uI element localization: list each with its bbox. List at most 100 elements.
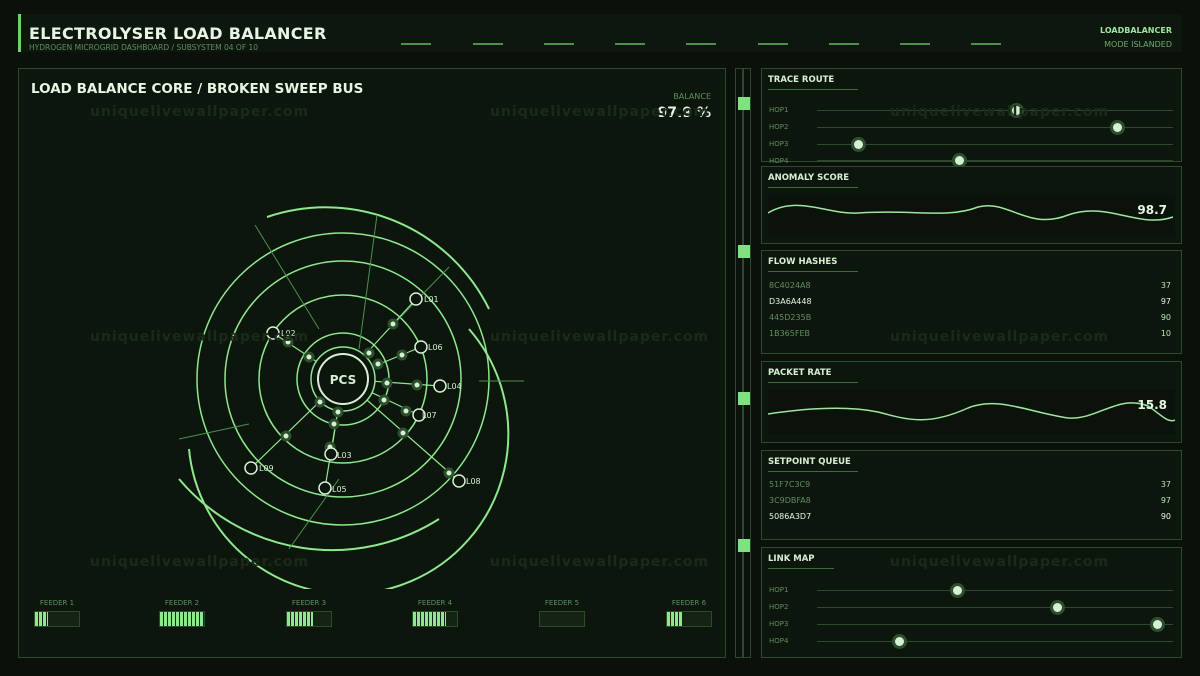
feeder-label: FEEDER 2 [164, 599, 200, 607]
link-map-panel: LINK MAP HOP1 HOP2 HOP3 HOP4 [761, 547, 1182, 658]
packet-rate-value: 15.8 [1137, 398, 1167, 412]
hash-value: 37 [1160, 281, 1171, 290]
outer-arc-2 [266, 206, 490, 310]
app-subtitle: HYDROGEN MICROGRID DASHBOARD / SUBSYSTEM… [29, 43, 259, 52]
node-label-l07: L07 [422, 411, 437, 420]
app-title: ELECTROLYSER LOAD BALANCER [29, 24, 327, 43]
track-marker[interactable] [738, 392, 750, 405]
track-marker[interactable] [738, 245, 750, 258]
title-underline [768, 89, 858, 90]
hop-slider-handle[interactable] [854, 140, 863, 149]
feeder-bar [539, 611, 585, 627]
hop-track [817, 144, 1173, 145]
feeder-bar [286, 611, 332, 627]
feeder-bar [159, 611, 205, 627]
queue-value: 37 [1160, 480, 1171, 489]
node-label-l09: L09 [259, 464, 274, 473]
header-segment [473, 43, 503, 45]
hub-label: PCS [330, 373, 356, 387]
hop-track [817, 641, 1173, 642]
feeder-label: FEEDER 5 [544, 599, 580, 607]
title-underline [768, 568, 834, 569]
header-segment [758, 43, 788, 45]
title-underline [768, 271, 858, 272]
outer-sweep-arc [178, 478, 440, 552]
node-label-l02: L02 [281, 329, 296, 338]
panel-title: PACKET RATE [768, 368, 832, 378]
hash-value: 90 [1160, 313, 1171, 322]
hop-track [817, 607, 1173, 608]
feeder-bar [412, 611, 458, 627]
feeder-bar [666, 611, 712, 627]
anomaly-score-value: 98.7 [1137, 203, 1167, 217]
hop-label: HOP3 [769, 620, 789, 628]
panel-title: LINK MAP [768, 554, 815, 564]
feeder-label: FEEDER 1 [39, 599, 75, 607]
node-label-l05: L05 [332, 485, 347, 494]
hop-track [817, 590, 1173, 591]
feeder-label: FEEDER 3 [291, 599, 327, 607]
feeder-5: FEEDER 5 [532, 599, 592, 627]
sweep-track [735, 68, 751, 658]
track-line [742, 69, 744, 657]
node-label-l06: L06 [428, 343, 443, 352]
panel-title: TRACE ROUTE [768, 75, 835, 85]
title-underline [768, 187, 858, 188]
header-segment [686, 43, 716, 45]
hop-label: HOP3 [769, 140, 789, 148]
title-underline [768, 471, 858, 472]
anomaly-score-panel: ANOMALY SCORE 98.7 [761, 166, 1182, 244]
hop-slider-handle[interactable] [1113, 123, 1122, 132]
queue-key: 5086A3D7 [769, 512, 812, 521]
feeder-label: FEEDER 4 [417, 599, 453, 607]
hop-slider-handle[interactable] [895, 637, 904, 646]
packet-rate-wave-line [767, 402, 1176, 422]
node-label-l04: L04 [447, 382, 462, 391]
hop-label: HOP1 [769, 106, 789, 114]
hop-track [817, 110, 1173, 111]
hop-label: HOP4 [769, 637, 789, 645]
feeder-2: FEEDER 2 [152, 599, 212, 627]
hop-label: HOP4 [769, 157, 789, 165]
hop-label: HOP2 [769, 123, 789, 131]
hop-slider-handle[interactable] [955, 156, 964, 165]
hop-label: HOP2 [769, 603, 789, 611]
hop-slider-handle[interactable] [1012, 106, 1021, 115]
node-label-l03: L03 [337, 451, 352, 460]
anomaly-wave-line [767, 204, 1174, 221]
packet-rate-waveform [767, 390, 1176, 434]
hash-value: 97 [1160, 297, 1171, 306]
panel-title: ANOMALY SCORE [768, 173, 850, 183]
feeder-4: FEEDER 4 [405, 599, 465, 627]
hop-track [817, 160, 1173, 161]
mode-status: MODE ISLANDED [1104, 40, 1172, 49]
queue-key: 51F7C3C9 [769, 480, 811, 489]
hop-label: HOP1 [769, 586, 789, 594]
setpoint-queue-panel: SETPOINT QUEUE 51F7C3C9 37 3C9DBFA8 97 5… [761, 450, 1182, 540]
hop-slider-handle[interactable] [953, 586, 962, 595]
hash-key: 8C4024A8 [769, 281, 811, 290]
track-marker[interactable] [738, 539, 750, 552]
packet-rate-panel: PACKET RATE 15.8 [761, 361, 1182, 443]
hop-slider-handle[interactable] [1053, 603, 1062, 612]
feeder-6: FEEDER 6 [659, 599, 719, 627]
track-marker[interactable] [738, 97, 750, 110]
hop-track [817, 624, 1173, 625]
header-segment [615, 43, 645, 45]
header-segment [900, 43, 930, 45]
node-label-l01: L01 [424, 295, 439, 304]
feeder-1: FEEDER 1 [27, 599, 87, 627]
queue-value: 90 [1160, 512, 1171, 521]
hash-key: 1B365FEB [769, 329, 810, 338]
panel-title: FLOW HASHES [768, 257, 838, 267]
node-label-l08: L08 [466, 477, 481, 486]
feeder-3: FEEDER 3 [279, 599, 339, 627]
feeder-bar [34, 611, 80, 627]
hash-value: 10 [1160, 329, 1171, 338]
feeder-label: FEEDER 6 [671, 599, 707, 607]
header-segment [401, 43, 431, 45]
trace-route-panel: TRACE ROUTE HOP1 HOP2 HOP3 HOP4 [761, 68, 1182, 165]
hash-key: D3A6A448 [769, 297, 812, 306]
hop-slider-handle[interactable] [1153, 620, 1162, 629]
header-segment [971, 43, 1001, 45]
